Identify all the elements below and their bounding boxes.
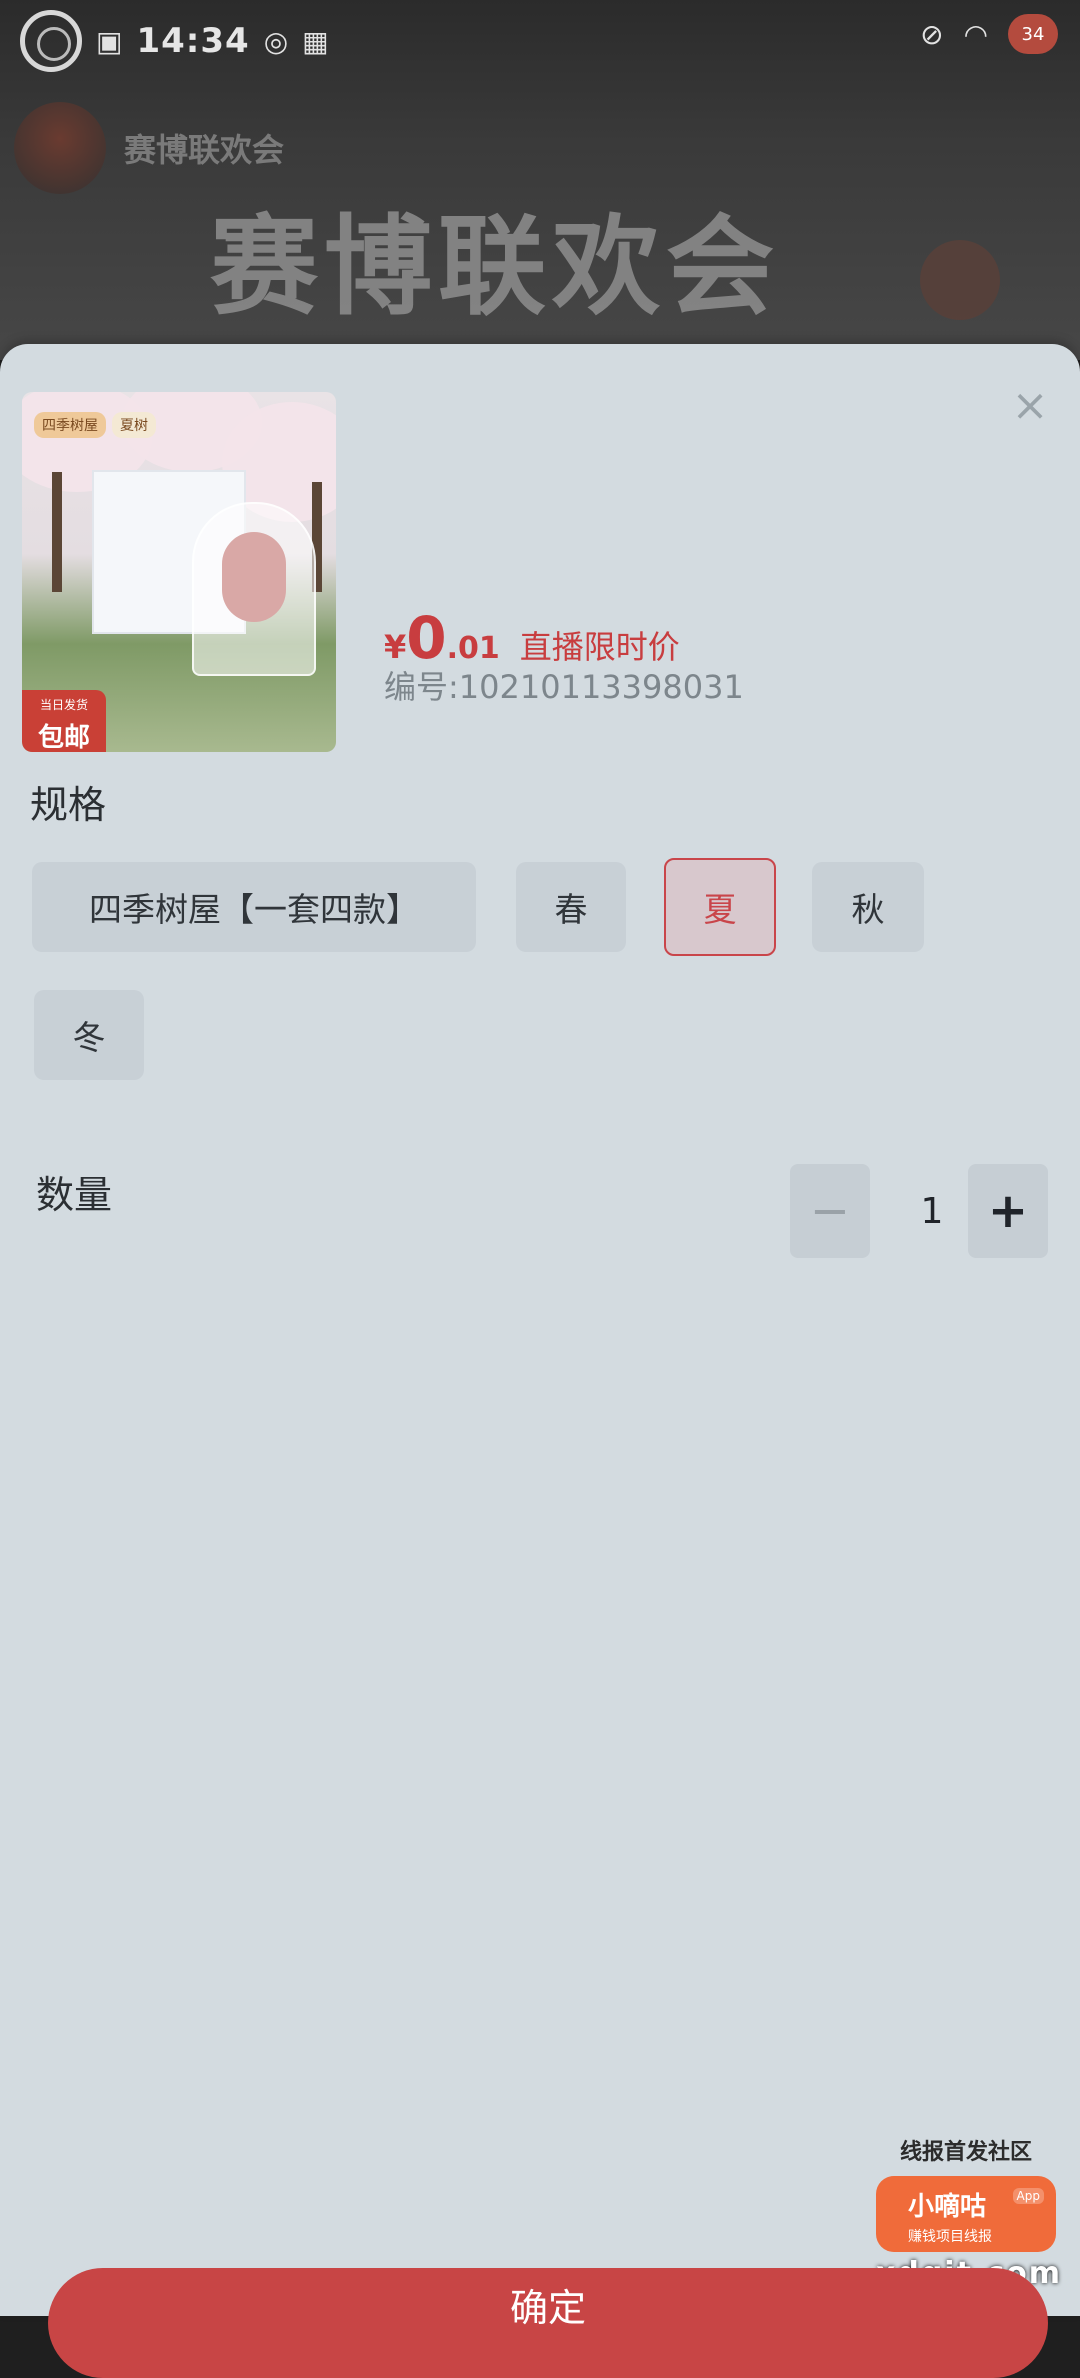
silent-icon: ⊘ bbox=[920, 17, 944, 51]
product-code: 编号:10210113398031 bbox=[384, 668, 744, 706]
spec-option-winter[interactable]: 冬 bbox=[34, 990, 144, 1080]
spec-option-summer[interactable]: 夏 bbox=[664, 858, 776, 956]
spec-title: 规格 bbox=[30, 783, 107, 827]
sim-icon: ▣ bbox=[96, 24, 123, 58]
spec-option-autumn[interactable]: 秋 bbox=[812, 862, 924, 952]
confirm-button[interactable]: 确定 bbox=[48, 2268, 1048, 2378]
price-decimal: .01 bbox=[446, 631, 500, 666]
quantity-stepper: − 1 + bbox=[790, 1164, 1050, 1264]
free-shipping-badge: 当日发货 包邮 bbox=[22, 690, 106, 752]
image-tag: 夏树 bbox=[112, 412, 156, 438]
close-icon[interactable]: × bbox=[1008, 384, 1052, 428]
spec-option-spring[interactable]: 春 bbox=[516, 862, 626, 952]
status-time: 14:34 bbox=[136, 21, 250, 61]
sku-bottom-sheet: × 四季树屋 夏树 当日发货 包邮 ¥ 0 .01 直播限时价 编号:10210… bbox=[0, 344, 1080, 2316]
live-title: 赛博联欢会 bbox=[210, 205, 781, 330]
wifi-icon: ◠ bbox=[963, 17, 988, 51]
watermark-logo: 小嘀咕 App 赚钱项目线报 bbox=[876, 2176, 1056, 2252]
price-symbol: ¥ bbox=[384, 628, 407, 666]
viewer-avatar bbox=[920, 240, 1000, 320]
status-bar: ▣ 14:34 ◎ ▦ ⊘ ◠ 34 bbox=[0, 0, 1080, 72]
image-tag: 四季树屋 bbox=[34, 412, 106, 438]
image-tags: 四季树屋 夏树 bbox=[34, 412, 156, 438]
quantity-title: 数量 bbox=[36, 1173, 113, 1217]
host-avatar[interactable] bbox=[14, 102, 106, 194]
recording-icon bbox=[20, 10, 82, 72]
spec-option-set[interactable]: 四季树屋【一套四款】 bbox=[32, 862, 476, 952]
increment-button[interactable]: + bbox=[968, 1164, 1048, 1258]
watermark-top: 线报首发社区 bbox=[899, 2140, 1032, 2165]
live-room-background: ▣ 14:34 ◎ ▦ ⊘ ◠ 34 赛博联欢会 赛博联欢会 bbox=[0, 0, 1080, 360]
decrement-button[interactable]: − bbox=[790, 1164, 870, 1258]
product-image[interactable]: 四季树屋 夏树 当日发货 包邮 bbox=[22, 392, 336, 752]
notification-icon: ▦ bbox=[302, 24, 329, 58]
battery-icon: 34 bbox=[1008, 14, 1058, 54]
quantity-value[interactable]: 1 bbox=[902, 1164, 962, 1258]
host-name: 赛博联欢会 bbox=[124, 131, 285, 169]
weibo-icon: ◎ bbox=[263, 24, 289, 58]
